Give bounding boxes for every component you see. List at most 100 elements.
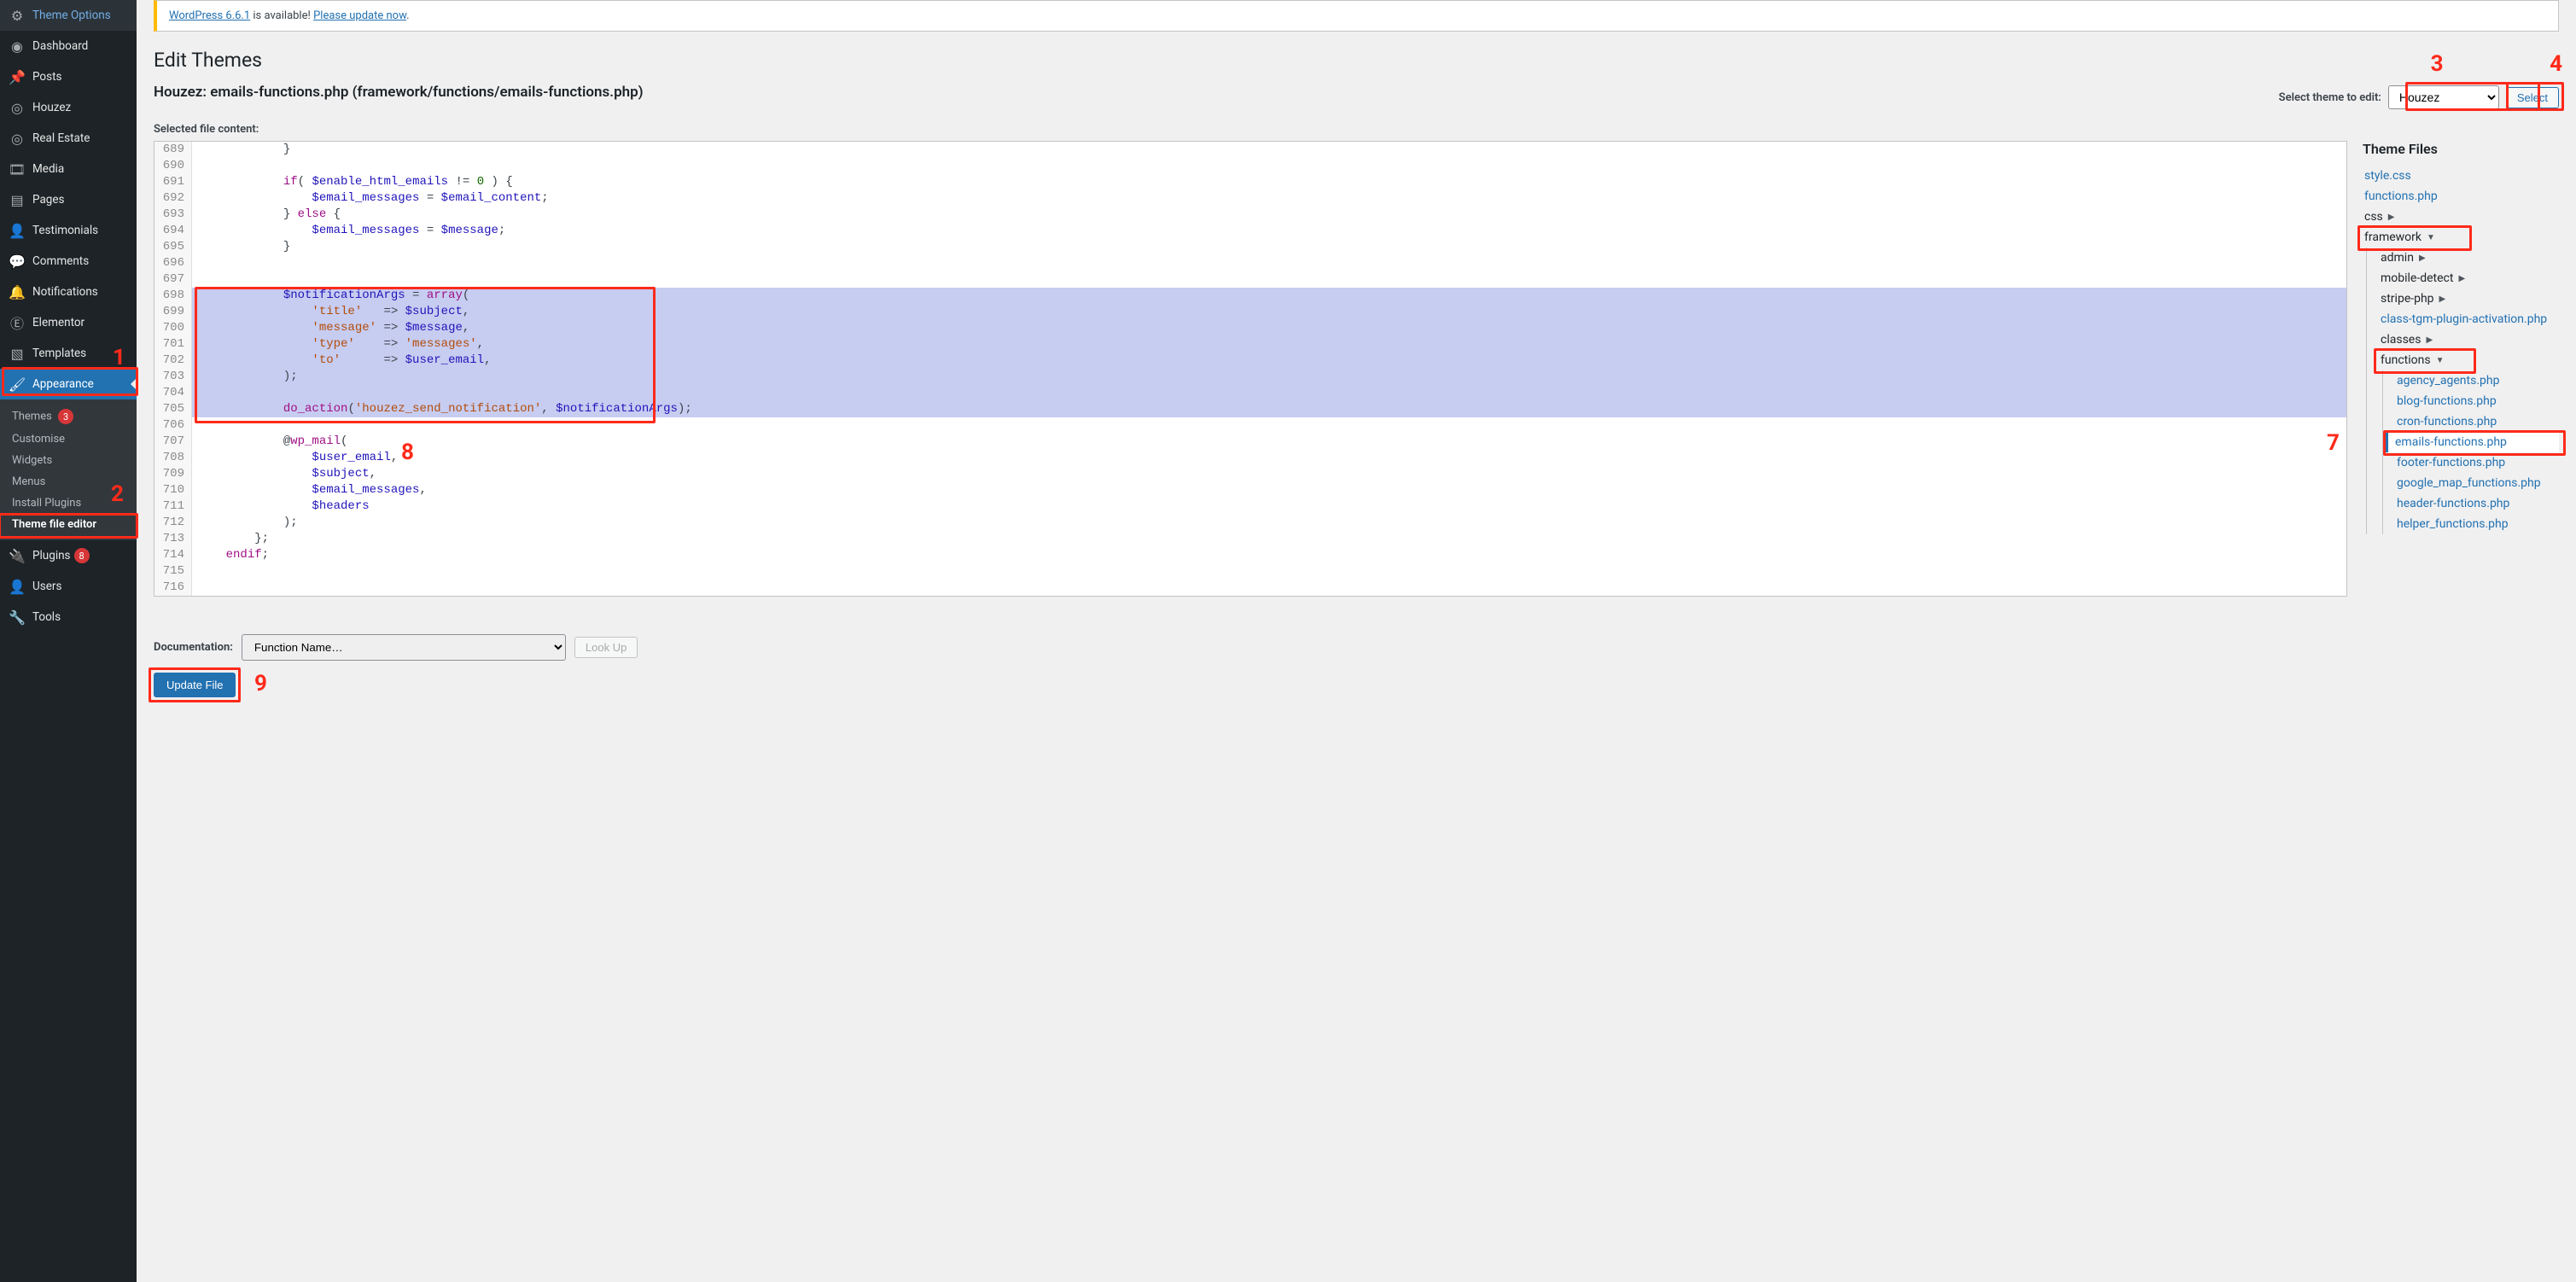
sidebar-label: Real Estate <box>32 131 90 145</box>
code-line[interactable]: 710 $email_messages, <box>154 482 2346 498</box>
code-line[interactable]: 691 if( $enable_html_emails != 0 ) { <box>154 174 2346 190</box>
code-line[interactable]: 707 @wp_mail( <box>154 434 2346 450</box>
sidebar-item-appearance[interactable]: 🖌 Appearance <box>0 369 137 399</box>
folder-functions[interactable]: functions▼ <box>2379 350 2559 370</box>
file-cron-functions[interactable]: cron-functions.php <box>2395 411 2559 432</box>
line-number: 696 <box>154 255 192 271</box>
code-line[interactable]: 689 } <box>154 142 2346 158</box>
sidebar-item-users[interactable]: 👤 Users <box>0 571 137 602</box>
code-line[interactable]: 697 <box>154 271 2346 288</box>
file-functions-php[interactable]: functions.php <box>2363 186 2559 207</box>
folder-mobile-detect[interactable]: mobile-detect▶ <box>2379 268 2559 288</box>
chevron-down-icon: ▼ <box>2436 356 2445 365</box>
code-line[interactable]: 696 <box>154 255 2346 271</box>
line-number: 710 <box>154 482 192 498</box>
code-line[interactable]: 711 $headers <box>154 498 2346 515</box>
sidebar-item-plugins[interactable]: 🔌 Plugins 8 <box>0 540 137 571</box>
file-google-map-functions[interactable]: google_map_functions.php <box>2395 473 2559 493</box>
code-line[interactable]: 692 $email_messages = $email_content; <box>154 190 2346 207</box>
folder-framework[interactable]: framework ▼ <box>2363 227 2559 248</box>
submenu-customise[interactable]: Customise <box>0 428 137 450</box>
documentation-select[interactable]: Function Name… <box>242 634 566 661</box>
update-notice: WordPress 6.6.1 is available! Please upd… <box>154 0 2559 32</box>
sidebar-item-real-estate[interactable]: ◎ Real Estate <box>0 123 137 154</box>
sidebar-label: Notifications <box>32 285 98 299</box>
submenu-themes[interactable]: Themes 3 <box>0 405 137 428</box>
line-number: 690 <box>154 158 192 174</box>
sidebar-item-tools[interactable]: 🔧 Tools <box>0 602 137 632</box>
code-line[interactable]: 714 endif; <box>154 547 2346 563</box>
sidebar-item-posts[interactable]: 📌 Posts <box>0 61 137 92</box>
sidebar-item-notifications[interactable]: 🔔 Notifications <box>0 277 137 307</box>
wp-version-link[interactable]: WordPress 6.6.1 <box>169 9 250 22</box>
update-now-link[interactable]: Please update now <box>313 9 406 22</box>
line-number: 689 <box>154 142 192 158</box>
lookup-button[interactable]: Look Up <box>574 637 638 658</box>
file-emails-functions[interactable]: emails-functions.php <box>2385 432 2559 452</box>
select-button[interactable]: Select <box>2506 87 2559 108</box>
templates-icon: ▧ <box>9 345 26 362</box>
code-line[interactable]: 701 'type' => 'messages', <box>154 336 2346 353</box>
code-line[interactable]: 699 'title' => $subject, <box>154 304 2346 320</box>
update-file-button[interactable]: Update File <box>154 673 236 697</box>
code-line[interactable]: 709 $subject, <box>154 466 2346 482</box>
code-line[interactable]: 708 $user_email, <box>154 450 2346 466</box>
folder-classes[interactable]: classes▶ <box>2379 329 2559 350</box>
file-agency-agents[interactable]: agency_agents.php <box>2395 370 2559 391</box>
theme-select[interactable]: Houzez <box>2388 85 2499 109</box>
code-line[interactable]: 690 <box>154 158 2346 174</box>
code-line[interactable]: 700 'message' => $message, <box>154 320 2346 336</box>
user-icon: 👤 <box>9 222 26 239</box>
line-number: 702 <box>154 353 192 369</box>
code-line[interactable]: 693 } else { <box>154 207 2346 223</box>
code-line[interactable]: 716 <box>154 580 2346 596</box>
submenu-widgets[interactable]: Widgets <box>0 450 137 471</box>
sidebar-item-theme-options[interactable]: ⚙ Theme Options <box>0 0 137 31</box>
code-line[interactable]: 702 'to' => $user_email, <box>154 353 2346 369</box>
code-line[interactable]: 705 do_action('houzez_send_notification'… <box>154 401 2346 417</box>
file-footer-functions[interactable]: footer-functions.php <box>2395 452 2559 473</box>
code-line[interactable]: 706 <box>154 417 2346 434</box>
sidebar-item-testimonials[interactable]: 👤 Testimonials <box>0 215 137 246</box>
folder-admin[interactable]: admin▶ <box>2379 248 2559 268</box>
sidebar-item-elementor[interactable]: Ⓔ Elementor <box>0 307 137 338</box>
code-text <box>192 580 2346 596</box>
file-class-tgm[interactable]: class-tgm-plugin-activation.php <box>2379 309 2559 329</box>
chevron-down-icon: ▼ <box>2427 233 2435 242</box>
sidebar-label: Users <box>32 580 61 593</box>
code-text: } <box>192 239 2346 255</box>
file-style-css[interactable]: style.css <box>2363 166 2559 186</box>
sidebar-item-pages[interactable]: ▤ Pages <box>0 184 137 215</box>
sidebar-item-templates[interactable]: ▧ Templates <box>0 338 137 369</box>
code-line[interactable]: 698 $notificationArgs = array( <box>154 288 2346 304</box>
code-text <box>192 563 2346 580</box>
code-line[interactable]: 715 <box>154 563 2346 580</box>
code-line[interactable]: 694 $email_messages = $message; <box>154 223 2346 239</box>
code-editor[interactable]: 689 }690 691 if( $enable_html_emails != … <box>154 141 2347 597</box>
submenu-install-plugins[interactable]: Install Plugins <box>0 492 137 514</box>
sidebar-item-houzez[interactable]: ◎ Houzez <box>0 92 137 123</box>
code-line[interactable]: 704 <box>154 385 2346 401</box>
sidebar-item-dashboard[interactable]: ◉ Dashboard <box>0 31 137 61</box>
dashboard-icon: ◉ <box>9 38 26 55</box>
folder-stripe-php[interactable]: stripe-php▶ <box>2379 288 2559 309</box>
folder-label: framework <box>2364 230 2422 244</box>
code-line[interactable]: 713 }; <box>154 531 2346 547</box>
folder-label: css <box>2364 210 2383 224</box>
code-line[interactable]: 703 ); <box>154 369 2346 385</box>
chevron-right-icon: ▶ <box>2439 294 2446 304</box>
sidebar-label: Elementor <box>32 316 85 329</box>
code-line[interactable]: 695 } <box>154 239 2346 255</box>
sidebar-item-media[interactable]: 🎞 Media <box>0 154 137 184</box>
file-helper-functions[interactable]: helper_functions.php <box>2395 514 2559 534</box>
file-blog-functions[interactable]: blog-functions.php <box>2395 391 2559 411</box>
folder-css[interactable]: css▶ <box>2363 207 2559 227</box>
code-line[interactable]: 712 ); <box>154 515 2346 531</box>
sidebar-item-comments[interactable]: 💬 Comments <box>0 246 137 277</box>
submenu-label: Themes <box>12 411 52 423</box>
wrench-icon: 🔧 <box>9 609 26 626</box>
file-header-functions[interactable]: header-functions.php <box>2395 493 2559 514</box>
submenu-menus[interactable]: Menus <box>0 471 137 492</box>
line-number: 701 <box>154 336 192 353</box>
submenu-theme-file-editor[interactable]: Theme file editor <box>0 514 137 535</box>
